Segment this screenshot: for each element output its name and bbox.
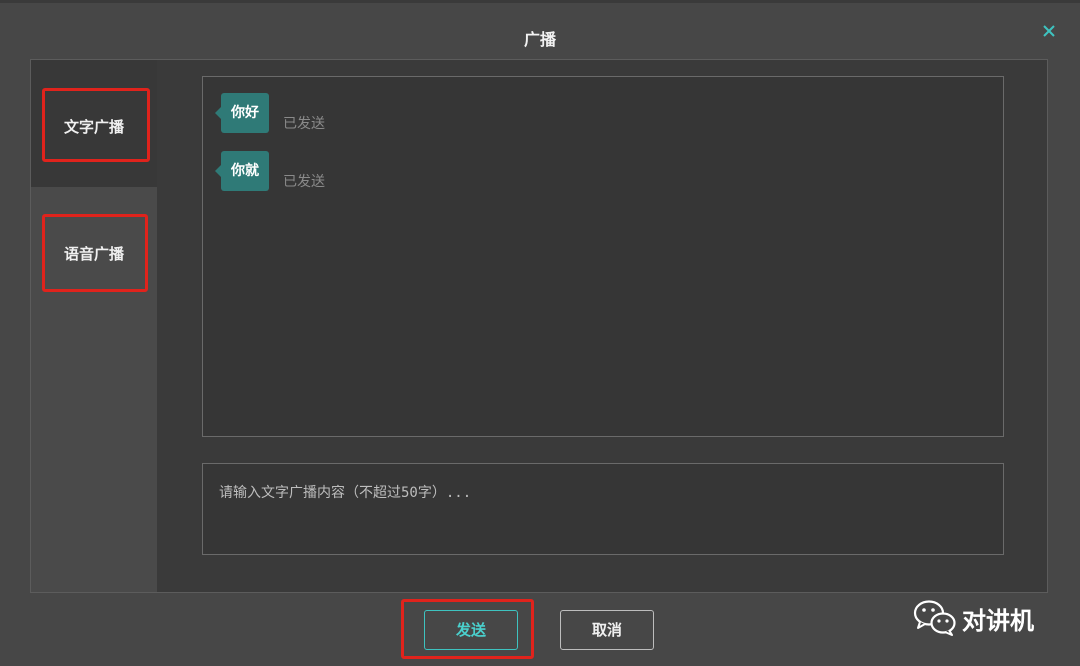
dialog-title: 广播	[523, 30, 556, 49]
message-status: 已发送	[283, 174, 325, 190]
wechat-icon	[913, 600, 956, 636]
broadcast-text-input[interactable]	[203, 464, 1003, 554]
message-list[interactable]: 你好 已发送 你就 已发送	[202, 76, 1004, 437]
watermark: 对讲机	[912, 598, 1062, 638]
highlight-box-voice-tab	[42, 214, 148, 292]
top-strip	[0, 0, 1080, 3]
send-button[interactable]: 发送	[424, 610, 518, 650]
watermark-text: 对讲机	[962, 607, 1034, 635]
message-bubble: 你好	[215, 93, 269, 133]
highlight-box-text-tab	[42, 88, 150, 162]
cancel-button[interactable]: 取消	[560, 610, 654, 650]
broadcast-text-field	[202, 463, 1004, 555]
message-bubble: 你就	[215, 151, 269, 191]
message-status: 已发送	[283, 116, 325, 132]
close-icon[interactable]	[1038, 20, 1060, 42]
broadcast-panel: 文字广播 语音广播 你好 已发送 你就 已发送	[30, 59, 1048, 593]
